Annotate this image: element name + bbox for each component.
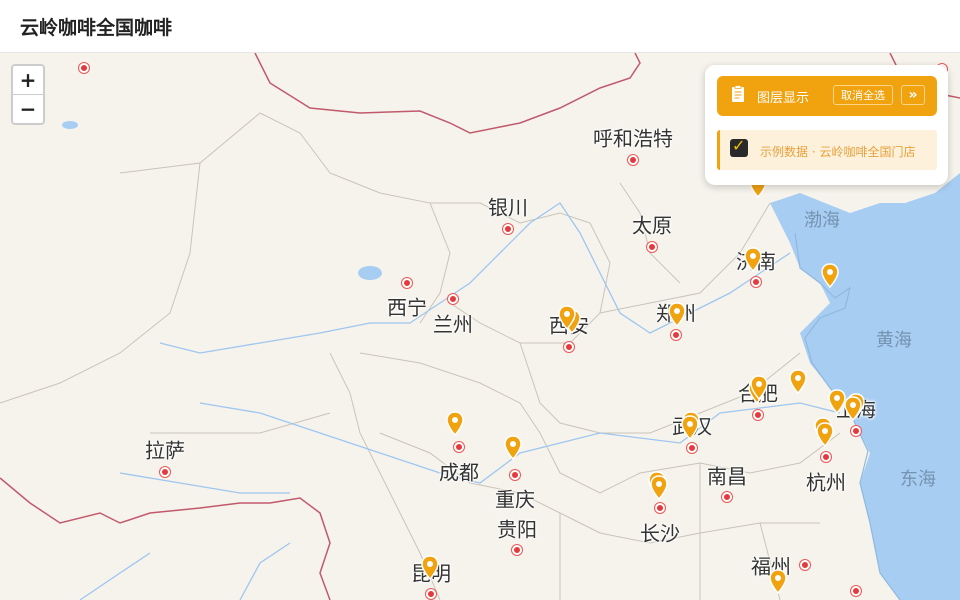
layers-panel-header: 图层显示 取消全选 »	[717, 76, 937, 116]
border-southwest	[0, 477, 331, 600]
city-dot	[628, 155, 638, 165]
store-marker[interactable]	[815, 422, 835, 448]
store-marker[interactable]	[557, 305, 577, 331]
city-dot	[722, 492, 732, 502]
store-marker[interactable]	[680, 415, 700, 441]
city-label-chengdu: 成都	[439, 460, 479, 485]
city-dot	[655, 503, 665, 513]
lake-west	[62, 121, 78, 129]
city-dot	[800, 560, 810, 570]
city-label-chongqing: 重庆	[495, 487, 535, 512]
city-label-yinchuan: 银川	[488, 195, 528, 220]
city-dot	[821, 452, 831, 462]
city-dot	[503, 224, 513, 234]
city-dot	[851, 586, 861, 596]
city-dot	[751, 277, 761, 287]
clipboard-icon	[732, 85, 744, 102]
city-label-lanzhou: 兰州	[433, 312, 473, 337]
city-dot	[454, 442, 464, 452]
city-label-lhasa: 拉萨	[145, 438, 185, 463]
city-dot	[564, 342, 574, 352]
collapse-panel-button[interactable]: »	[901, 85, 925, 105]
city-dot	[79, 63, 89, 73]
store-marker[interactable]	[503, 435, 523, 461]
lake-qinghai	[358, 266, 382, 280]
store-marker[interactable]	[768, 569, 788, 595]
city-dot	[510, 470, 520, 480]
city-label-xining: 西宁	[387, 295, 427, 320]
rivers	[79, 202, 841, 600]
city-dot	[512, 545, 522, 555]
province-borders	[0, 112, 841, 600]
layers-panel: 图层显示 取消全选 » ✓ 示例数据 · 云岭咖啡全国门店	[705, 65, 948, 185]
city-dot	[687, 443, 697, 453]
store-marker[interactable]	[649, 475, 669, 501]
city-dot	[160, 467, 170, 477]
store-marker[interactable]	[788, 369, 808, 395]
city-label-nanchang: 南昌	[707, 464, 747, 489]
store-marker[interactable]	[420, 555, 440, 581]
top-bar: 云岭咖啡全国咖啡	[0, 0, 960, 53]
store-marker[interactable]	[743, 247, 763, 273]
city-dot	[647, 242, 657, 252]
city-dot	[426, 589, 436, 599]
layer-checkbox[interactable]: ✓	[730, 136, 748, 157]
city-dot	[402, 278, 412, 288]
checkmark-icon: ✓	[732, 136, 746, 155]
layer-item-label: 示例数据 · 云岭咖啡全国门店	[760, 145, 916, 159]
zoom-out-button[interactable]: −	[13, 95, 43, 123]
deselect-all-button[interactable]: 取消全选	[833, 85, 893, 105]
sea-label-donghai: 东海	[900, 469, 936, 490]
city-dot	[671, 330, 681, 340]
city-label-taiyuan: 太原	[632, 213, 672, 238]
sea-label-bohai: 渤海	[804, 210, 840, 231]
border-north	[254, 53, 641, 134]
city-dot	[753, 410, 763, 420]
layer-item-stores[interactable]: ✓ 示例数据 · 云岭咖啡全国门店	[717, 130, 937, 170]
store-marker[interactable]	[749, 375, 769, 401]
city-dot	[448, 294, 458, 304]
layers-panel-title: 图层显示	[757, 91, 810, 106]
zoom-in-button[interactable]: +	[13, 66, 43, 95]
store-marker[interactable]	[843, 396, 863, 422]
city-label-guiyang: 贵阳	[497, 517, 537, 542]
app-title: 云岭咖啡全国咖啡	[20, 17, 173, 39]
store-marker[interactable]	[820, 263, 840, 289]
store-marker[interactable]	[667, 302, 687, 328]
sea-label-huanghai: 黄海	[876, 330, 912, 351]
zoom-control: + −	[11, 64, 45, 125]
city-label-hohhot: 呼和浩特	[593, 126, 673, 151]
store-marker[interactable]	[445, 411, 465, 437]
city-label-changsha: 长沙	[640, 521, 680, 546]
city-label-hangzhou: 杭州	[806, 470, 846, 495]
city-dot	[851, 426, 861, 436]
